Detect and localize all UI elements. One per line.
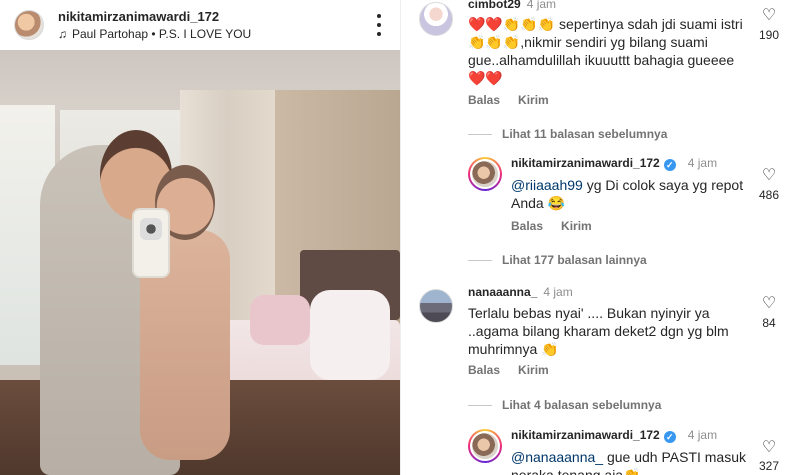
like-count: 327: [758, 459, 780, 473]
post-author-avatar[interactable]: [14, 10, 44, 40]
music-note-icon: ♫: [58, 27, 67, 41]
post-music[interactable]: ♫ Paul Partohap • P.S. I LOVE YOU: [58, 27, 251, 41]
comment-text: @nanaaanna_ gue udh PASTI masuk neraka t…: [511, 449, 747, 475]
replies-divider: [468, 133, 492, 135]
reply-button[interactable]: Balas: [468, 93, 500, 107]
post-author-username[interactable]: nikitamirzanimawardi_172: [58, 9, 219, 24]
like-count: 486: [758, 188, 780, 202]
view-previous-replies[interactable]: Lihat 11 balasan sebelumnya: [468, 127, 667, 141]
heart-icon[interactable]: ♡: [758, 5, 780, 25]
comment-text: ❤️❤️👏👏👏 sepertinya sdah jdi suami istri👏…: [468, 16, 743, 86]
view-replies-label: Lihat 11 balasan sebelumnya: [502, 127, 668, 141]
commenter-avatar[interactable]: [419, 2, 453, 36]
view-more-replies[interactable]: Lihat 177 balasan lainnya: [468, 253, 647, 267]
comment-username[interactable]: cimbot29 4 jam: [468, 0, 556, 11]
comments-panel: cimbot29 4 jam ❤️❤️👏👏👏 sepertinya sdah jd…: [400, 0, 800, 475]
view-replies-label: Lihat 4 balasan sebelumnya: [502, 398, 662, 412]
reply-button[interactable]: Balas: [468, 363, 500, 377]
comment-actions: Balas Kirim: [511, 219, 592, 233]
comment-actions: Balas Kirim: [468, 93, 549, 107]
heart-icon[interactable]: ♡: [758, 293, 780, 313]
commenter-avatar[interactable]: [468, 157, 502, 191]
post-panel: nikitamirzanimawardi_172 ♫ Paul Partohap…: [0, 0, 400, 475]
send-button[interactable]: Kirim: [518, 93, 549, 107]
verified-badge-icon: ✓: [663, 159, 676, 171]
comment-text: Terlalu bebas nyai' .... Bukan nyinyir y…: [468, 305, 729, 357]
comment-username[interactable]: nikitamirzanimawardi_172 ✓ 4 jam: [511, 156, 717, 171]
comment-time: 4 jam: [526, 0, 557, 11]
more-options-icon[interactable]: [376, 14, 382, 36]
post-music-label: Paul Partohap • P.S. I LOVE YOU: [72, 27, 252, 41]
commenter-avatar[interactable]: [419, 289, 453, 323]
send-button[interactable]: Kirim: [561, 219, 592, 233]
post-header: nikitamirzanimawardi_172 ♫ Paul Partohap…: [0, 0, 400, 50]
heart-icon[interactable]: ♡: [758, 165, 780, 185]
comment-time: 4 jam: [687, 428, 718, 442]
mention-link[interactable]: @nanaaanna_: [511, 449, 603, 465]
comment-time: 4 jam: [543, 285, 573, 299]
verified-badge-icon: ✓: [663, 431, 676, 443]
like-count: 84: [762, 316, 776, 330]
comment-actions: Balas Kirim: [468, 363, 549, 377]
replies-divider: [468, 259, 492, 261]
heart-icon[interactable]: ♡: [758, 437, 780, 457]
replies-divider: [468, 404, 492, 406]
mention-link[interactable]: @riiaaah99: [511, 177, 583, 193]
post-photo[interactable]: [0, 50, 400, 475]
view-replies-label: Lihat 177 balasan lainnya: [502, 253, 647, 267]
comment-username[interactable]: nanaaanna_ 4 jam: [468, 285, 573, 299]
like-count: 190: [758, 28, 780, 42]
comment-username[interactable]: nikitamirzanimawardi_172 ✓ 4 jam: [511, 428, 717, 443]
view-previous-replies[interactable]: Lihat 4 balasan sebelumnya: [468, 398, 661, 412]
reply-button[interactable]: Balas: [511, 219, 543, 233]
commenter-avatar[interactable]: [468, 429, 502, 463]
send-button[interactable]: Kirim: [518, 363, 549, 377]
comment-time: 4 jam: [687, 156, 718, 170]
comment-text: @riiaaah99 yg Di colok saya yg repot And…: [511, 177, 744, 211]
